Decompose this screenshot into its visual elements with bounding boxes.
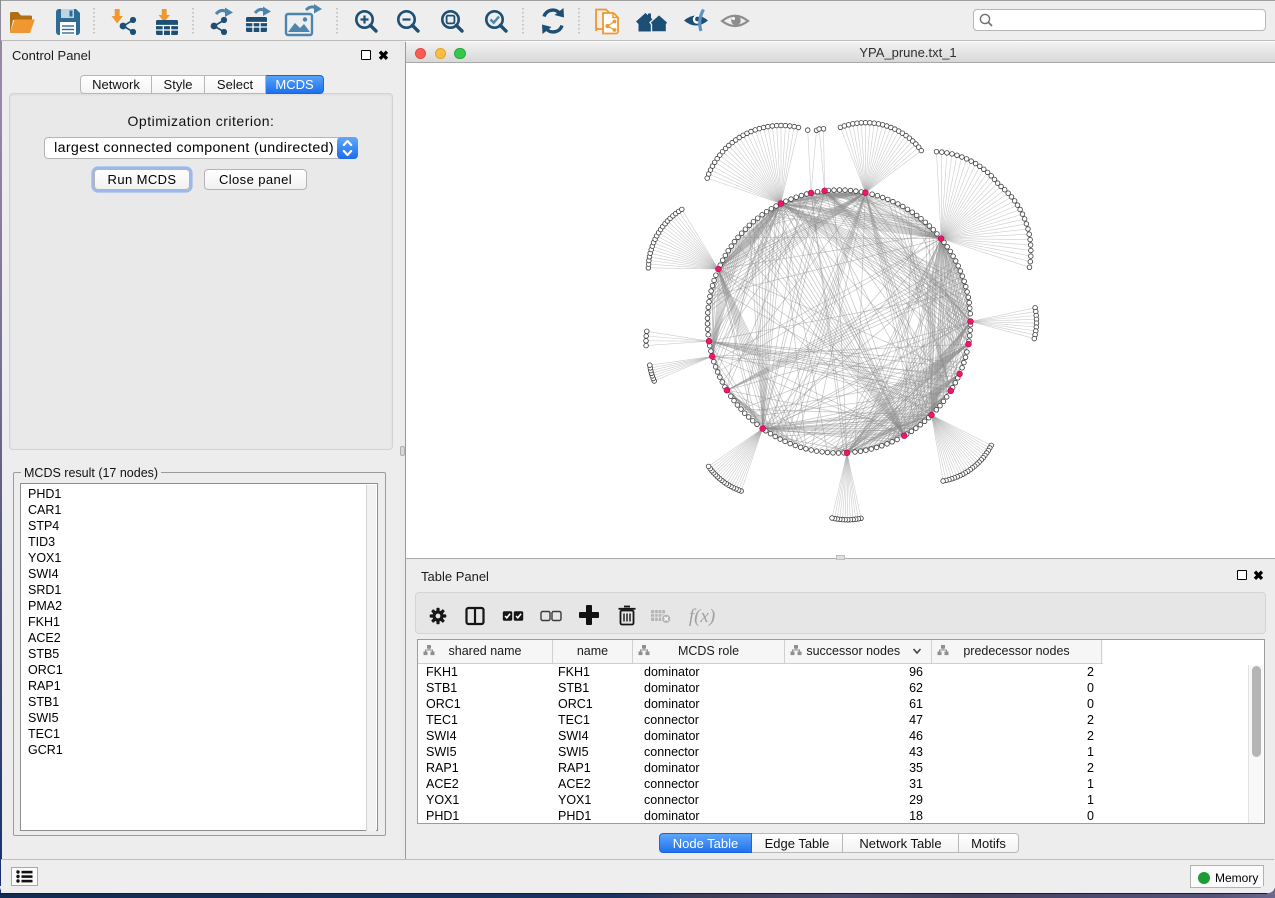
svg-text:f(x): f(x) (689, 606, 715, 627)
